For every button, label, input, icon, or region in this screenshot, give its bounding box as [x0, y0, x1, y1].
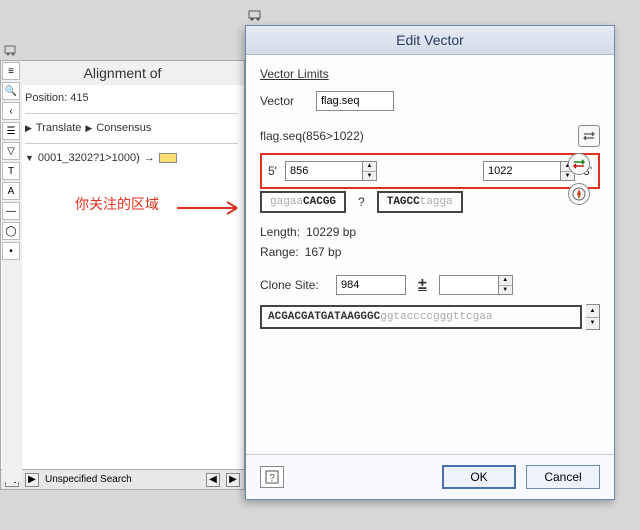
plus-minus-input[interactable] — [439, 275, 499, 295]
length-row: Length: 10229 bp — [260, 225, 600, 239]
tri-icon[interactable]: ▶ — [25, 123, 32, 134]
limit-box: 5' ▲ ▼ ▲ ▼ 3' — [260, 153, 600, 189]
pm-spinner[interactable]: ▲ ▼ — [499, 275, 513, 295]
alignment-window: Alignment of Position: 415 ▶ Translate ▶… — [0, 60, 245, 490]
compass-icon[interactable] — [568, 183, 590, 205]
tool-dot-icon[interactable]: • — [2, 242, 20, 260]
position-label: Position: — [25, 92, 67, 104]
position-value: 415 — [70, 92, 88, 104]
flag-range-label: flag.seq(856>1022) — [260, 129, 364, 143]
tool-t-icon[interactable]: T — [2, 162, 20, 180]
seq-right-box: TAGCCtagga — [377, 191, 463, 213]
vector-input[interactable] — [316, 91, 394, 111]
seq-bar-icon — [159, 153, 177, 163]
range-label: Range: — [260, 245, 299, 259]
edit-vector-dialog: Edit Vector Vector Limits Vector flag.se… — [245, 25, 615, 500]
clone-seq-spinner[interactable]: ▲ ▼ — [586, 304, 600, 330]
status-text: Unspecified Search — [45, 474, 132, 485]
tool-circle-icon[interactable]: ◯ — [2, 222, 20, 240]
dialog-title: Edit Vector — [246, 26, 614, 55]
spin-up-icon[interactable]: ▲ — [499, 276, 512, 286]
tool-prev-icon[interactable]: ‹ — [2, 102, 20, 120]
length-value: 10229 bp — [306, 225, 356, 239]
range-row: Range: 167 bp — [260, 245, 600, 259]
seq-name: 0001_3202?1>1000) — [38, 152, 140, 164]
spin-down-icon[interactable]: ▼ — [586, 318, 599, 330]
sequence-row[interactable]: ▼ 0001_3202?1>1000) → — [25, 149, 238, 167]
three-prime-input[interactable] — [483, 161, 561, 181]
svg-text:?: ? — [269, 473, 275, 484]
tri-down-icon[interactable]: ▼ — [25, 153, 34, 163]
translate-row: ▶ Translate ▶ Consensus — [25, 119, 238, 137]
clone-site-row: Clone Site: ± ▲ ▼ — [260, 275, 600, 295]
spin-up-icon[interactable]: ▲ — [586, 305, 599, 318]
scroll-right-icon[interactable]: ▶ — [25, 473, 39, 487]
spin-down-icon[interactable]: ▼ — [363, 172, 376, 181]
bg-cart-icon — [2, 40, 20, 58]
tri-icon[interactable]: ▶ — [85, 123, 92, 134]
tool-triangle-icon[interactable]: ▽ — [2, 142, 20, 160]
arrow-icon: → — [144, 152, 155, 164]
dialog-footer: ? OK Cancel — [246, 454, 614, 499]
vector-label: Vector — [260, 94, 310, 108]
five-prime-input[interactable] — [285, 161, 363, 181]
spin-up-icon[interactable]: ▲ — [363, 162, 376, 172]
seq-left-box: gagaaCACGG — [260, 191, 346, 213]
clone-site-label: Clone Site: — [260, 278, 330, 292]
translate-label[interactable]: Translate — [36, 122, 81, 134]
ok-button[interactable]: OK — [442, 465, 516, 489]
tool-line-icon[interactable]: — — [2, 202, 20, 220]
plus-minus-label: ± — [418, 276, 427, 294]
alignment-title: Alignment of — [1, 61, 244, 85]
tool-dna-icon[interactable]: ≡ — [2, 62, 20, 80]
range-value: 167 bp — [305, 245, 342, 259]
clone-site-input[interactable] — [336, 275, 406, 295]
status-bar: ◀ ▶ Unspecified Search ◀ ▶ — [1, 469, 244, 489]
position-row: Position: 415 — [25, 89, 238, 107]
consensus-label[interactable]: Consensus — [96, 122, 151, 134]
tool-search-icon[interactable]: 🔍 — [2, 82, 20, 100]
section-vector-limits: Vector Limits — [260, 67, 600, 81]
spin-down-icon[interactable]: ▼ — [499, 286, 512, 295]
tool-text-icon[interactable]: A — [2, 182, 20, 200]
swap-direction-button[interactable] — [568, 153, 590, 175]
five-prime-label: 5' — [268, 164, 277, 178]
scroll-right2-icon[interactable]: ▶ — [226, 473, 240, 487]
range-label-row: flag.seq(856>1022) — [260, 125, 600, 147]
length-label: Length: — [260, 225, 300, 239]
seq-question: ? — [358, 195, 365, 209]
dialog-cart-icon — [246, 4, 266, 24]
clone-seq-box: ACGACGATGATAAGGGCggtaccccgggttcgaa — [260, 305, 582, 329]
cancel-button[interactable]: Cancel — [526, 465, 600, 489]
tool-bars-icon[interactable]: ☰ — [2, 122, 20, 140]
range-toggle-icon[interactable] — [578, 125, 600, 147]
help-button[interactable]: ? — [260, 466, 284, 488]
left-toolbar: ≡ 🔍 ‹ ☰ ▽ T A — ◯ • — [2, 62, 22, 482]
five-prime-spinner[interactable]: ▲ ▼ — [363, 161, 377, 181]
scroll-left2-icon[interactable]: ◀ — [206, 473, 220, 487]
seq-preview-row: gagaaCACGG ? TAGCCtagga — [260, 191, 600, 213]
vector-field-row: Vector — [260, 91, 600, 111]
